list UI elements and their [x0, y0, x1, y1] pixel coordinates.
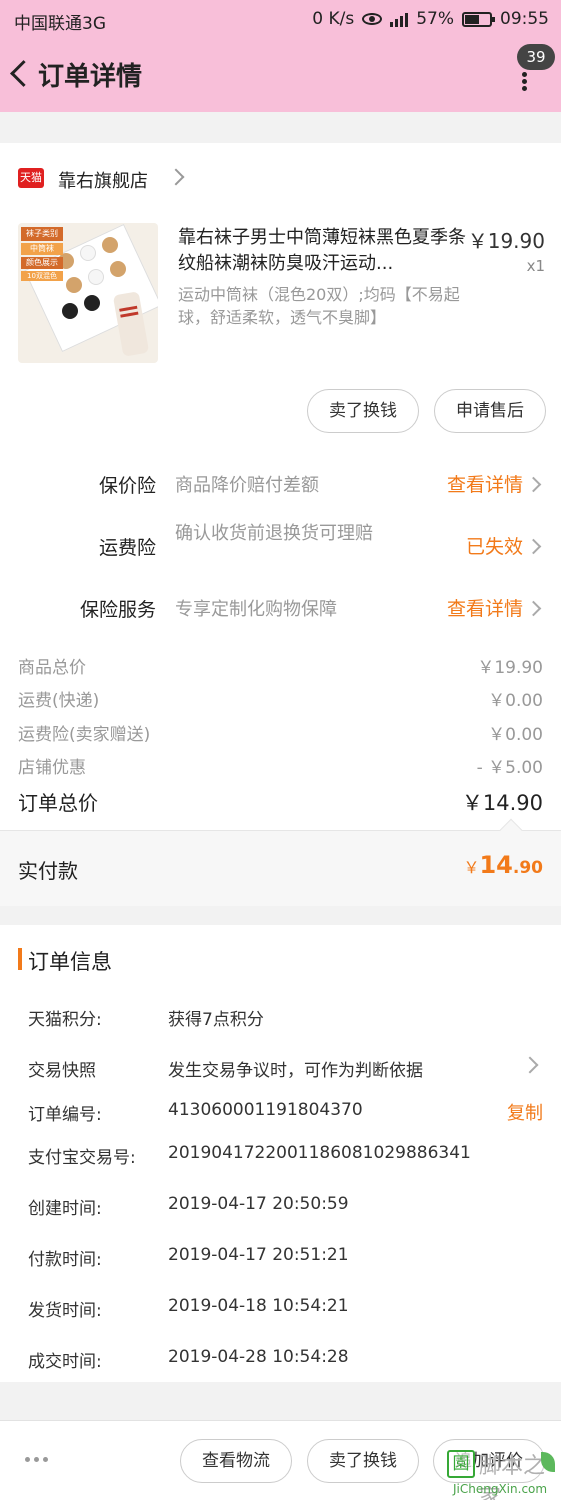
more-actions-icon[interactable] [25, 1457, 48, 1462]
amount-paid-label: 实付款 [18, 859, 78, 883]
chevron-right-icon [525, 600, 542, 617]
info-label[interactable]: 交易快照 [28, 1056, 96, 1081]
fee-label: 运费(快递) [18, 691, 100, 711]
page-header: 订单详情 39 [0, 40, 561, 112]
alipay-trade-number: 2019041722001186081029886341 [168, 1143, 471, 1163]
info-label: 创建时间: [28, 1199, 102, 1219]
thumb-tag: 颜色展示 [21, 257, 63, 269]
insurance-label: 运费险 [98, 537, 156, 559]
order-card: 天猫 靠右旗舰店 袜子类别 中筒袜 颜色展示 10双混色 靠右袜子男士中筒薄短袜… [0, 143, 561, 830]
info-value: 2019-04-28 10:54:28 [168, 1347, 349, 1367]
carrier-label: 中国联通3G [14, 14, 106, 34]
info-label: 付款时间: [28, 1250, 102, 1270]
info-label: 支付宝交易号: [28, 1148, 136, 1168]
battery-icon [462, 11, 495, 27]
amount-paid-value: ￥14.90 [463, 851, 543, 879]
copy-button[interactable]: 复制 [507, 1099, 543, 1125]
insurance-row-price-protect[interactable]: 保价险 商品降价赔付差额 查看详情 [0, 457, 561, 507]
info-value: 2019-04-17 20:51:21 [168, 1245, 349, 1265]
fee-label: 运费险(卖家赠送) [18, 725, 151, 745]
product-spec: 运动中筒袜（混色20双）;均码【不易起球，舒适柔软，透气不臭脚】 [178, 285, 460, 327]
more-options-icon[interactable] [518, 70, 530, 96]
info-label: 天猫积分: [28, 1010, 102, 1030]
status-bar: 中国联通3G 0 K/s 57% 09:55 [0, 0, 561, 38]
eye-icon [362, 13, 383, 25]
order-total-label: 订单总价 [18, 791, 98, 815]
insurance-row-service[interactable]: 保险服务 专享定制化购物保障 查看详情 [0, 581, 561, 631]
product-thumbnail[interactable]: 袜子类别 中筒袜 颜色展示 10双混色 [18, 223, 158, 363]
order-number: 413060001191804370 [168, 1100, 363, 1120]
page-title: 订单详情 [38, 62, 143, 92]
thumb-tag: 中筒袜 [21, 243, 63, 255]
battery-percent: 57% [416, 9, 454, 29]
insurance-label: 保价险 [98, 475, 156, 497]
insurance-desc: 商品降价赔付差额 [175, 475, 319, 496]
insurance-link[interactable]: 已失效 [466, 532, 523, 559]
sell-for-cash-button[interactable]: 卖了换钱 [307, 389, 419, 433]
chevron-right-icon [525, 538, 542, 555]
insurance-desc: 专享定制化购物保障 [175, 599, 337, 620]
chevron-right-icon[interactable] [521, 1056, 539, 1074]
amount-paid-row: 实付款 ￥14.90 [0, 818, 561, 906]
message-count-badge[interactable]: 39 [517, 44, 555, 70]
chevron-right-icon [167, 168, 185, 186]
order-info-card: 订单信息 天猫积分: 获得7点积分 交易快照 发生交易争议时，可作为判断依据 订… [0, 925, 561, 1382]
back-arrow-icon[interactable] [8, 60, 38, 90]
order-info-title: 订单信息 [28, 950, 112, 974]
product-price: ￥19.90 [467, 229, 545, 253]
watermark-url: JiChengXin.com [453, 1482, 548, 1496]
insurance-desc: 确认收货前退换货可理赔 [175, 523, 373, 544]
info-label: 发货时间: [28, 1301, 102, 1321]
network-speed: 0 K/s [312, 9, 355, 29]
insurance-link[interactable]: 查看详情 [447, 470, 523, 497]
insurance-row-shipping[interactable]: 运费险 确认收货前退换货可理赔 已失效 [0, 519, 561, 569]
top-area: 中国联通3G 0 K/s 57% 09:55 订单详情 39 [0, 0, 561, 112]
product-quantity: x1 [526, 257, 545, 275]
status-right: 0 K/s 57% 09:55 [312, 9, 549, 29]
fee-value: ￥0.00 [488, 691, 543, 711]
signal-icon [390, 11, 409, 27]
watermark-logo-icon: 園 [447, 1450, 475, 1478]
thumb-tag: 10双混色 [21, 271, 63, 281]
info-value: 2019-04-18 10:54:21 [168, 1296, 349, 1316]
tmall-icon: 天猫 [18, 168, 44, 188]
fee-label: 商品总价 [18, 658, 86, 678]
fee-value: ￥0.00 [488, 725, 543, 745]
product-title[interactable]: 靠右袜子男士中筒薄短袜黑色夏季条纹船袜潮袜防臭吸汗运动... [178, 225, 468, 277]
section-accent-bar [18, 948, 22, 970]
info-value[interactable]: 发生交易争议时，可作为判断依据 [168, 1056, 423, 1081]
order-total-value: ￥14.90 [461, 791, 543, 815]
after-sales-button[interactable]: 申请售后 [434, 389, 546, 433]
clock: 09:55 [500, 9, 549, 29]
thumb-tag: 袜子类别 [21, 227, 63, 241]
info-value: 2019-04-17 20:50:59 [168, 1194, 349, 1214]
watermark: 園 脚本之家 JiChengXin.com [445, 1446, 561, 1500]
fee-value: ￥19.90 [477, 658, 543, 678]
fee-label: 店铺优惠 [18, 758, 86, 778]
store-name: 靠右旗舰店 [58, 171, 148, 192]
insurance-link[interactable]: 查看详情 [447, 594, 523, 621]
info-label: 成交时间: [28, 1352, 102, 1372]
sell-for-cash-button[interactable]: 卖了换钱 [307, 1439, 419, 1483]
store-row[interactable]: 天猫 靠右旗舰店 [0, 143, 561, 213]
chevron-right-icon [525, 476, 542, 493]
view-logistics-button[interactable]: 查看物流 [180, 1439, 292, 1483]
info-value: 获得7点积分 [168, 1010, 264, 1030]
info-label: 订单编号: [28, 1105, 102, 1125]
insurance-label: 保险服务 [79, 599, 156, 621]
fee-value: - ￥5.00 [476, 758, 543, 778]
